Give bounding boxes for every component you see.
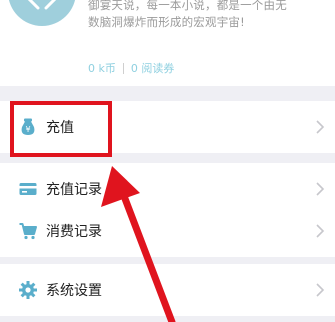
annotation-arrow [101,166,176,322]
